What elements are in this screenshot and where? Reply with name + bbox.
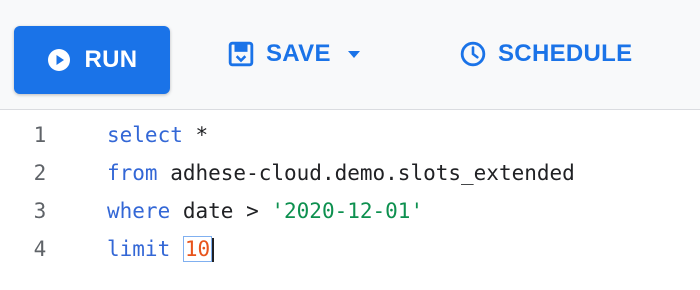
code-plain [170,237,183,261]
sql-keyword: from [107,161,158,185]
line-number: 2 [33,161,47,185]
bracket-highlight: 10 [182,236,213,262]
sql-editor[interactable]: 1 select * 2 from adhese-cloud.demo.slot… [0,110,700,290]
clock-icon [460,41,486,67]
play-circle-icon [47,49,70,71]
sql-keyword: select [107,123,183,147]
code-text: limit 10 [107,236,215,262]
schedule-button-label: SCHEDULE [498,40,633,67]
save-icon [228,41,254,67]
code-line: 1 select * [0,118,700,152]
number-literal: 10 [184,237,211,261]
line-number: 1 [33,123,47,147]
schedule-button[interactable]: SCHEDULE [460,26,632,82]
query-toolbar: RUN SAVE SCHEDULE [0,0,700,110]
run-button[interactable]: RUN [14,26,170,94]
code-text: from adhese-cloud.demo.slots_extended [107,161,575,185]
code-plain: date > [170,199,272,223]
run-button-label: RUN [84,46,138,73]
line-number: 4 [33,237,47,261]
code-text: select * [107,123,208,147]
save-button-label: SAVE [266,40,331,67]
code-plain: * [182,123,209,147]
line-number: 3 [33,199,47,223]
code-line: 4 limit 10 [0,232,700,266]
sql-keyword: where [107,199,171,223]
dropdown-caret-icon[interactable] [347,49,361,59]
code-line: 3 where date > '2020-12-01' [0,194,700,228]
sql-keyword: limit [107,237,171,261]
code-plain: adhese-cloud.demo.slots_extended [157,161,575,185]
save-button[interactable]: SAVE [228,26,361,82]
text-cursor [212,238,215,262]
string-literal: '2020-12-01' [271,199,424,223]
code-text: where date > '2020-12-01' [107,199,423,223]
code-line: 2 from adhese-cloud.demo.slots_extended [0,156,700,190]
